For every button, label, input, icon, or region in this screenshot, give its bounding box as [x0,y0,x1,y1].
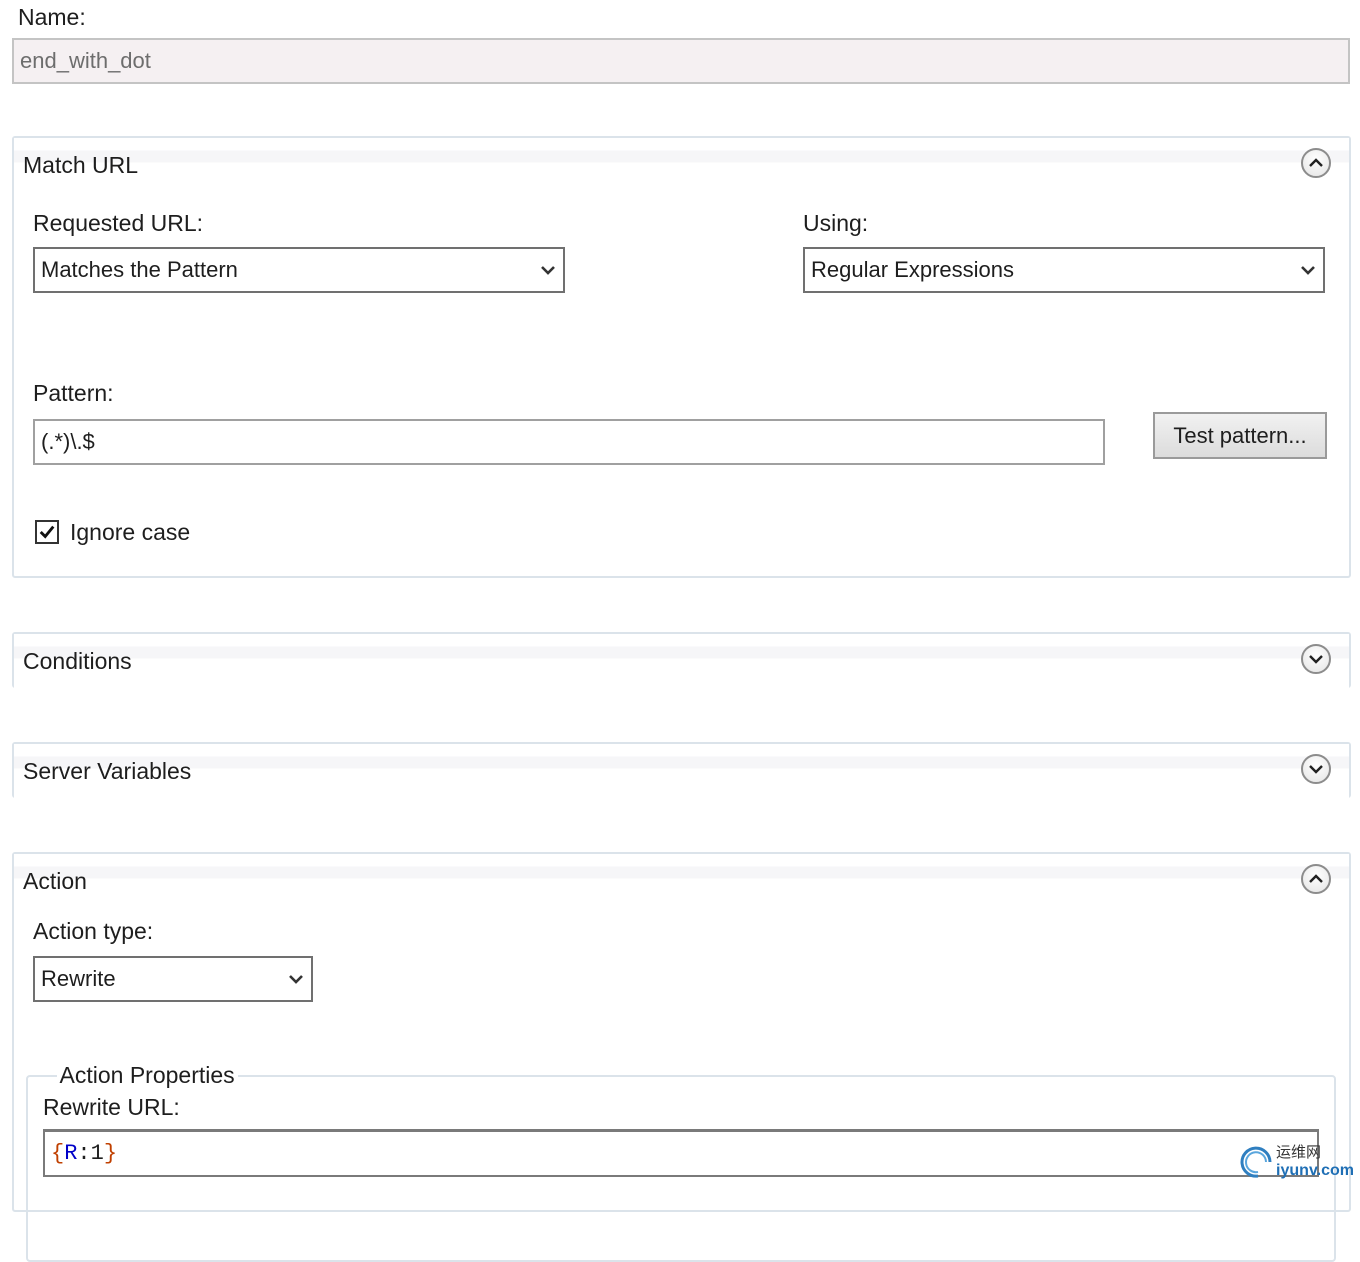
action-panel: Action Action type: Rewrite Action Prope… [12,852,1351,1262]
action-type-label: Action type: [33,918,154,944]
conditions-title: Conditions [23,648,132,674]
chevron-down-icon [287,970,305,988]
name-label: Name: [18,4,86,30]
rewrite-url-label: Rewrite URL: [43,1094,180,1120]
chevron-up-icon [1309,158,1323,167]
rewrite-url-input[interactable]: {R:1} [43,1129,1319,1177]
rewrite-url-variable: R [64,1141,78,1166]
action-header[interactable]: Action [14,854,1349,908]
requested-url-select[interactable]: Matches the Pattern [33,247,565,293]
watermark-line1: 运维网 [1276,1144,1322,1161]
using-value: Regular Expressions [811,257,1014,282]
conditions-panel: Conditions [12,632,1351,688]
rewrite-url-close-brace: } [103,1141,118,1166]
test-pattern-button[interactable]: Test pattern... [1153,412,1327,459]
chevron-down-icon [539,261,557,279]
chevron-down-icon [1309,765,1323,774]
ignore-case-checkbox[interactable] [35,520,59,544]
pattern-value: (.*)\.$ [41,429,95,454]
server-variables-panel: Server Variables [12,742,1351,798]
chevron-up-icon [1309,874,1323,883]
match-url-title: Match URL [23,152,139,178]
conditions-header[interactable]: Conditions [14,634,1349,688]
watermark-line2: iyunv.com [1276,1162,1354,1179]
chevron-down-icon [1299,261,1317,279]
name-value: end_with_dot [20,48,151,73]
action-type-value: Rewrite [41,966,116,991]
pattern-input[interactable]: (.*)\.$ [33,419,1105,465]
requested-url-label: Requested URL: [33,210,204,236]
server-variables-header[interactable]: Server Variables [14,744,1349,798]
action-type-select[interactable]: Rewrite [33,956,313,1002]
using-select[interactable]: Regular Expressions [803,247,1325,293]
name-field[interactable]: end_with_dot [12,38,1350,84]
action-title: Action [23,868,87,894]
ignore-case-label[interactable]: Ignore case [70,519,190,546]
collapse-action-button[interactable] [1301,864,1331,894]
chevron-down-icon [1309,655,1323,664]
rewrite-url-number: 1 [90,1141,104,1166]
expand-server-variables-button[interactable] [1301,754,1331,784]
requested-url-value: Matches the Pattern [41,257,238,282]
watermark-logo-icon [1240,1146,1272,1178]
match-url-header[interactable]: Match URL [14,138,1349,192]
rewrite-url-open-brace: { [51,1141,65,1166]
action-properties-title: Action Properties [59,1062,235,1088]
collapse-match-url-button[interactable] [1301,148,1331,178]
using-label: Using: [803,210,869,236]
server-variables-title: Server Variables [23,758,192,784]
match-url-panel: Match URL Requested URL: Matches the Pat… [12,136,1351,578]
expand-conditions-button[interactable] [1301,644,1331,674]
pattern-label: Pattern: [33,380,114,406]
watermark: 运维网 iyunv.com [1236,1142,1354,1182]
rewrite-url-separator: : [77,1141,91,1166]
check-icon [39,525,55,539]
